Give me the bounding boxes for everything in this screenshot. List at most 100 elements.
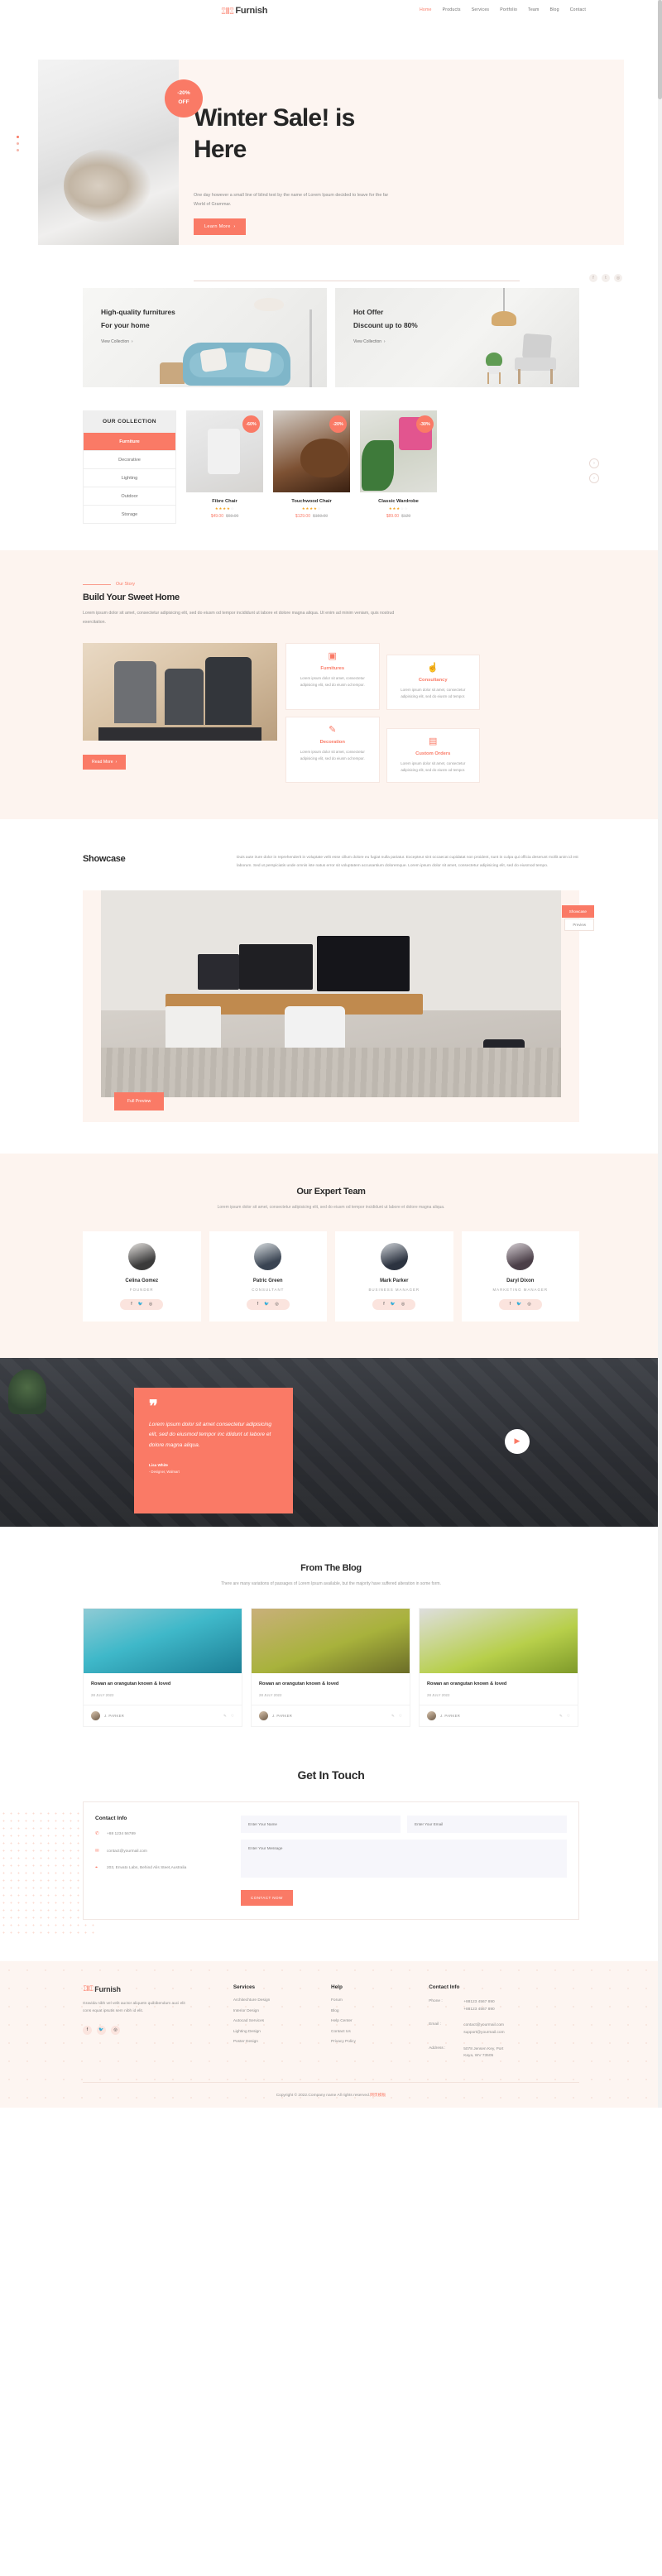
hero-dot-1[interactable] bbox=[17, 136, 19, 138]
member-role: BUSINESS MANAGER bbox=[368, 1287, 420, 1292]
nav-item-team[interactable]: Team bbox=[528, 7, 539, 12]
page-scrollbar[interactable] bbox=[658, 0, 662, 2108]
contact-phone-row: ✆ +88 1234 56789 bbox=[95, 1831, 229, 1839]
hero-dot-2[interactable] bbox=[17, 142, 19, 145]
play-icon[interactable]: ▶ bbox=[505, 1428, 530, 1454]
facebook-icon[interactable]: f bbox=[131, 1302, 132, 1307]
blog-post-card[interactable]: Rowan an orangutan known & loved 28 JULY… bbox=[419, 1607, 578, 1728]
twitter-icon[interactable]: 🐦 bbox=[97, 2025, 106, 2035]
instagram-icon[interactable]: ◎ bbox=[275, 1302, 278, 1307]
instagram-icon[interactable]: ◎ bbox=[401, 1302, 405, 1307]
comment-icon[interactable]: ✎ bbox=[559, 1714, 563, 1719]
hero-social-links: f t ◎ bbox=[589, 274, 622, 282]
scrollbar-thumb[interactable] bbox=[658, 0, 662, 99]
hero-slider-dots[interactable] bbox=[17, 136, 19, 151]
nav-item-home[interactable]: Home bbox=[420, 7, 432, 12]
product-card[interactable]: -20% Touchwood Chair ★★★★☆ $129.00 $159.0… bbox=[273, 410, 350, 524]
facebook-icon[interactable]: f bbox=[589, 274, 597, 282]
twitter-icon[interactable]: 🐦 bbox=[138, 1302, 143, 1307]
nav-item-products[interactable]: Products bbox=[443, 7, 461, 12]
name-field[interactable] bbox=[241, 1816, 401, 1834]
footer-link[interactable]: Poster Design bbox=[233, 2040, 331, 2044]
promo-card-quality[interactable]: High-quality furnitures For your home Vi… bbox=[83, 288, 327, 387]
heart-icon[interactable]: ♡ bbox=[231, 1714, 234, 1719]
collection-menu-item-storage[interactable]: Storage bbox=[84, 505, 175, 523]
feature-card-furnitures[interactable]: ▣ Furnitures Lorem ipsum dolor sit amet,… bbox=[285, 643, 380, 710]
footer-link[interactable]: Help Center bbox=[331, 2019, 429, 2023]
comment-icon[interactable]: ✎ bbox=[391, 1714, 395, 1719]
feature-card-custom-orders[interactable]: ▤ Custom Orders Lorem ipsum dolor sit am… bbox=[386, 727, 480, 783]
twitter-icon[interactable]: 🐦 bbox=[264, 1302, 269, 1307]
blog-post-card[interactable]: Rowan an orangutan known & loved 28 JULY… bbox=[83, 1607, 242, 1728]
showcase-monitor-mid bbox=[238, 943, 313, 990]
product-card[interactable]: -60% Fibre Chair ★★★★☆ $49.00 $69.00 bbox=[186, 410, 263, 524]
collection-menu-item-furniture[interactable]: Furniture bbox=[84, 432, 175, 450]
instagram-icon[interactable]: ◎ bbox=[527, 1302, 530, 1307]
team-member-card[interactable]: Daryl Dixon MARKETING MANAGER f 🐦 ◎ bbox=[461, 1230, 579, 1322]
footer-link[interactable]: Forum bbox=[331, 1998, 429, 2003]
team-member-card[interactable]: Mark Parker BUSINESS MANAGER f 🐦 ◎ bbox=[335, 1230, 453, 1322]
instagram-icon[interactable]: ◎ bbox=[614, 274, 622, 282]
learn-more-button[interactable]: Learn More › bbox=[194, 218, 247, 235]
nav-item-contact[interactable]: Contact bbox=[570, 7, 586, 12]
collection-menu: OUR COLLECTION Furniture Decorative Ligh… bbox=[83, 410, 176, 524]
twitter-icon[interactable]: 🐦 bbox=[516, 1302, 521, 1307]
feature-card-consultancy[interactable]: ☝ Consultancy Lorem ipsum dolor sit amet… bbox=[386, 655, 480, 710]
collection-menu-item-decorative[interactable]: Decorative bbox=[84, 450, 175, 468]
email-field[interactable] bbox=[407, 1816, 567, 1834]
twitter-icon[interactable]: t bbox=[602, 274, 610, 282]
full-preview-button[interactable]: Full Preview bbox=[114, 1091, 165, 1111]
product-card[interactable]: -30% Classic Wardrobe ★★★☆☆ $89.00 $129 bbox=[360, 410, 437, 524]
member-role: FOUNDER bbox=[129, 1287, 154, 1292]
nav-item-portfolio[interactable]: Portfolio bbox=[500, 7, 517, 12]
twitter-icon[interactable]: 🐦 bbox=[391, 1302, 396, 1307]
team-member-card[interactable]: Celina Gomez FOUNDER f 🐦 ◎ bbox=[83, 1230, 201, 1322]
product-price: $129.00 bbox=[295, 514, 310, 519]
feature-card-decoration[interactable]: ✎ Decoration Lorem ipsum dolor sit amet,… bbox=[285, 716, 380, 783]
instagram-icon[interactable]: ◎ bbox=[149, 1302, 152, 1307]
heart-icon[interactable]: ♡ bbox=[399, 1714, 402, 1719]
footer-email-2: support@yourmail.com bbox=[463, 2030, 505, 2035]
eyebrow-line bbox=[83, 583, 111, 585]
footer-about-text: Gravida nibh vel velit auctor aliquetn q… bbox=[83, 2002, 185, 2014]
showcase-tag-secondary[interactable]: Preview bbox=[564, 918, 594, 931]
footer-link[interactable]: Privacy Policy bbox=[331, 2040, 429, 2044]
instagram-icon[interactable]: ◎ bbox=[111, 2025, 120, 2035]
blog-post-card[interactable]: Rowan an orangutan known & loved 28 JULY… bbox=[251, 1607, 410, 1728]
promo-2-link[interactable]: View Collection › bbox=[353, 339, 386, 344]
contact-now-button[interactable]: CONTACT NOW bbox=[241, 1890, 293, 1907]
facebook-icon[interactable]: f bbox=[383, 1302, 384, 1307]
promo-2-title2: Discount up to 80% bbox=[353, 321, 418, 329]
promo-card-hotoffer[interactable]: Hot Offer Discount up to 80% View Collec… bbox=[335, 288, 579, 387]
collection-menu-item-lighting[interactable]: Lighting bbox=[84, 468, 175, 487]
footer-link[interactable]: Autocad Services bbox=[233, 2019, 331, 2023]
nav-item-services[interactable]: Services bbox=[472, 7, 490, 12]
footer-link[interactable]: Interior Design bbox=[233, 2009, 331, 2013]
message-field[interactable] bbox=[241, 1840, 567, 1878]
facebook-icon[interactable]: f bbox=[83, 2025, 92, 2035]
comment-icon[interactable]: ✎ bbox=[223, 1714, 227, 1719]
footer-link[interactable]: Contact Us bbox=[331, 2030, 429, 2034]
footer-link[interactable]: Blog bbox=[331, 2009, 429, 2013]
team-member-card[interactable]: Patric Green CONSULTANT f 🐦 ◎ bbox=[209, 1230, 327, 1322]
collection-menu-item-outdoor[interactable]: Outdoor bbox=[84, 487, 175, 505]
contact-info-title: Contact Info bbox=[95, 1816, 127, 1822]
brand-logo[interactable]: ⑄Ⅱ⑄ Furnish bbox=[221, 6, 268, 17]
read-more-button[interactable]: Read More › bbox=[83, 755, 127, 770]
facebook-icon[interactable]: f bbox=[510, 1302, 511, 1307]
hero-dot-3[interactable] bbox=[17, 149, 19, 151]
chevron-down-icon[interactable]: › bbox=[589, 473, 599, 483]
footer-logo[interactable]: ⑄Ⅱ⑄ Furnish bbox=[83, 1984, 233, 1993]
avatar bbox=[427, 1711, 436, 1721]
heart-icon[interactable]: ♡ bbox=[567, 1714, 570, 1719]
footer-link[interactable]: Architechture Design bbox=[233, 1998, 331, 2003]
promo-1-link[interactable]: View Collection › bbox=[101, 339, 133, 344]
chevron-up-icon[interactable]: › bbox=[589, 458, 599, 468]
footer-link[interactable]: Lighting Design bbox=[233, 2030, 331, 2034]
hero-section: -20% OFF Winter Sale! is Here One day ho… bbox=[0, 22, 662, 282]
grid-squares-icon: ▣ bbox=[328, 651, 337, 662]
showcase-tag-primary[interactable]: Showcase bbox=[561, 904, 594, 918]
facebook-icon[interactable]: f bbox=[257, 1302, 258, 1307]
nav-item-blog[interactable]: Blog bbox=[550, 7, 559, 12]
hero-title-part2: Sale! is bbox=[266, 104, 355, 132]
